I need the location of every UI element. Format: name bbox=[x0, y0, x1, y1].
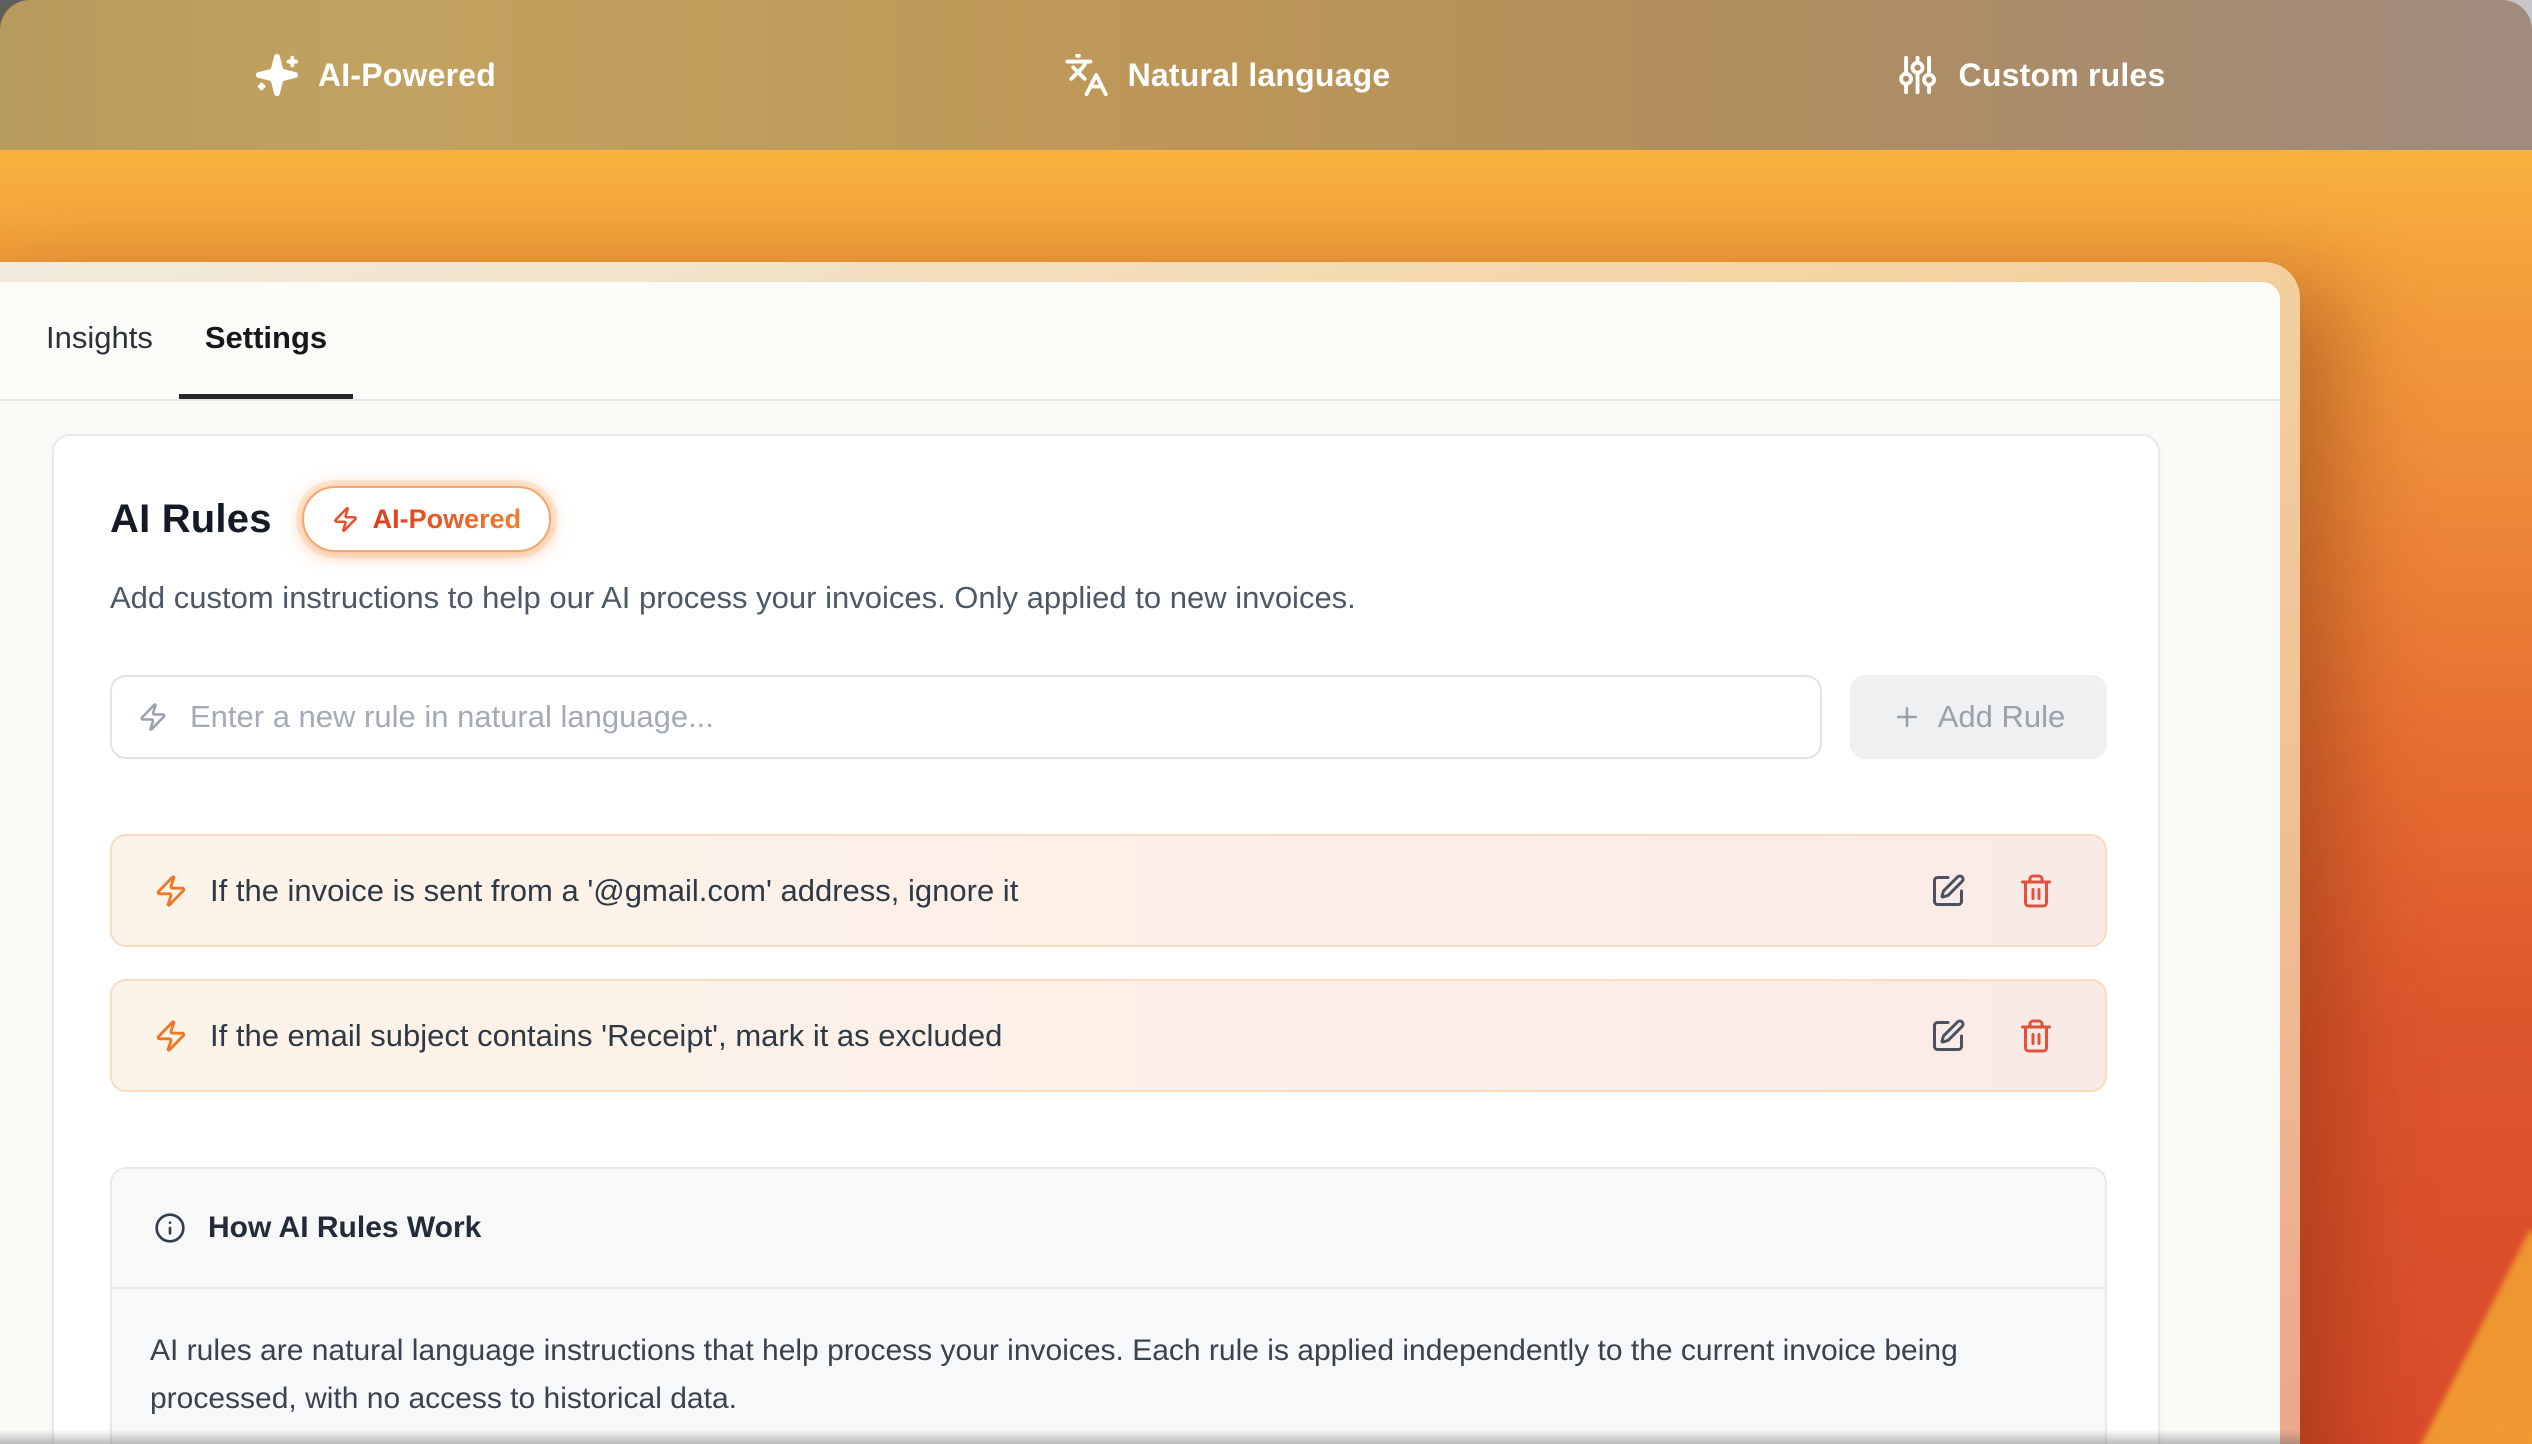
ai-rules-card: AI Rules AI-Powered Add custom instructi… bbox=[52, 434, 2160, 1444]
trash-icon bbox=[2018, 873, 2054, 909]
rule-text: If the invoice is sent from a '@gmail.co… bbox=[210, 873, 1907, 909]
edit-icon bbox=[1930, 873, 1966, 909]
zap-icon bbox=[138, 702, 168, 732]
feature-label: Custom rules bbox=[1959, 57, 2166, 94]
ai-powered-badge: AI-Powered bbox=[302, 486, 552, 552]
new-rule-input[interactable] bbox=[188, 698, 1794, 736]
edit-rule-button[interactable] bbox=[1929, 1017, 1967, 1055]
delete-rule-button[interactable] bbox=[2017, 872, 2055, 910]
plus-icon bbox=[1892, 702, 1922, 732]
heading-row: AI Rules AI-Powered bbox=[110, 486, 551, 552]
app-window: Insights Settings AI Rules AI-Powered bbox=[0, 262, 2300, 1444]
feature-label: Natural language bbox=[1128, 57, 1391, 94]
rule-text: If the email subject contains 'Receipt',… bbox=[210, 1018, 1907, 1054]
new-rule-row: Add Rule bbox=[110, 675, 2107, 759]
feature-ai-powered: AI-Powered bbox=[254, 0, 496, 150]
add-rule-button[interactable]: Add Rule bbox=[1850, 675, 2107, 759]
sliders-icon bbox=[1895, 52, 1941, 98]
screen: AI-Powered Natural language Custom rules… bbox=[0, 0, 2532, 1444]
tab-label: Settings bbox=[205, 320, 327, 356]
rule-row: If the email subject contains 'Receipt',… bbox=[110, 979, 2107, 1092]
sparkles-icon bbox=[254, 52, 300, 98]
languages-icon bbox=[1064, 52, 1110, 98]
app-window-content: Insights Settings AI Rules AI-Powered bbox=[0, 282, 2280, 1444]
panel-description: Add custom instructions to help our AI p… bbox=[110, 580, 1356, 616]
page-title: AI Rules bbox=[110, 497, 272, 542]
zap-icon bbox=[154, 874, 188, 908]
feature-natural-language: Natural language bbox=[1064, 0, 1391, 150]
rule-row: If the invoice is sent from a '@gmail.co… bbox=[110, 834, 2107, 947]
tab-label: Insights bbox=[46, 320, 153, 356]
badge-label: AI-Powered bbox=[373, 504, 522, 535]
zap-icon bbox=[154, 1019, 188, 1053]
new-rule-input-wrap bbox=[110, 675, 1822, 759]
zap-icon bbox=[332, 506, 359, 533]
feature-label: AI-Powered bbox=[318, 57, 496, 94]
feature-bar: AI-Powered Natural language Custom rules bbox=[0, 0, 2532, 150]
info-box-title: How AI Rules Work bbox=[208, 1211, 481, 1245]
info-box: How AI Rules Work AI rules are natural l… bbox=[110, 1167, 2107, 1444]
edit-icon bbox=[1930, 1018, 1966, 1054]
tab-bar: Insights Settings bbox=[0, 282, 2280, 401]
add-rule-label: Add Rule bbox=[1938, 699, 2066, 735]
tab-insights[interactable]: Insights bbox=[20, 282, 179, 399]
edit-rule-button[interactable] bbox=[1929, 872, 1967, 910]
tab-settings[interactable]: Settings bbox=[179, 282, 353, 399]
delete-rule-button[interactable] bbox=[2017, 1017, 2055, 1055]
info-icon bbox=[154, 1212, 186, 1244]
info-box-body: AI rules are natural language instructio… bbox=[112, 1289, 2105, 1444]
trash-icon bbox=[2018, 1018, 2054, 1054]
bottom-shade bbox=[0, 1430, 2300, 1444]
info-box-header: How AI Rules Work bbox=[112, 1169, 2105, 1289]
feature-custom-rules: Custom rules bbox=[1895, 0, 2166, 150]
